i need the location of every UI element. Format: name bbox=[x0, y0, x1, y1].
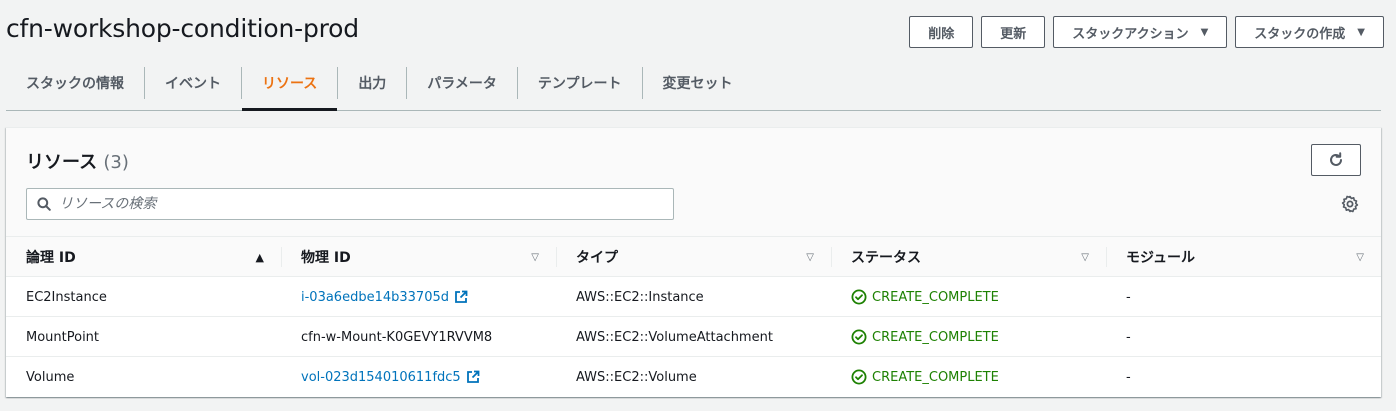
table-header: 論理 ID ▲ 物理 ID ▽ タイプ ▽ ステータス ▽ モジュール ▽ bbox=[6, 237, 1381, 277]
external-link-icon bbox=[455, 290, 468, 303]
column-header-label: タイプ bbox=[576, 250, 618, 266]
tab-parameters[interactable]: パラメータ bbox=[407, 56, 517, 110]
column-header-label: モジュール bbox=[1126, 250, 1196, 266]
tab-label: 出力 bbox=[358, 76, 387, 92]
stack-tabs: スタックの情報 イベント リソース 出力 パラメータ テンプレート 変更セット bbox=[6, 56, 1381, 111]
caret-down-icon: ▼ bbox=[1200, 26, 1209, 38]
table-row: EC2Instance i-03a6edbe14b33705d AWS::EC2… bbox=[6, 277, 1381, 317]
physical-id-text: i-03a6edbe14b33705d bbox=[301, 289, 449, 305]
column-header-physical-id[interactable]: 物理 ID ▽ bbox=[301, 237, 551, 277]
tab-label: パラメータ bbox=[427, 76, 497, 92]
delete-button[interactable]: 削除 bbox=[909, 16, 974, 48]
external-link-icon bbox=[466, 370, 480, 383]
module-cell: - bbox=[1126, 289, 1131, 305]
physical-id-link[interactable]: i-03a6edbe14b33705d bbox=[301, 290, 468, 305]
tab-template[interactable]: テンプレート bbox=[518, 56, 642, 110]
tab-label: 変更セット bbox=[662, 76, 733, 92]
sort-icon: ▽ bbox=[531, 251, 539, 263]
logical-id-cell: EC2Instance bbox=[26, 289, 107, 305]
tab-stack-info[interactable]: スタックの情報 bbox=[6, 56, 144, 110]
status-text: CREATE_COMPLETE bbox=[872, 329, 999, 345]
create-stack-dropdown[interactable]: スタックの作成 ▼ bbox=[1235, 16, 1384, 48]
status-cell: CREATE_COMPLETE bbox=[851, 317, 999, 357]
column-divider bbox=[556, 247, 557, 267]
table-row: MountPoint cfn-w-Mount-K0GEVY1RVVM8 AWS:… bbox=[6, 317, 1381, 357]
delete-button-label: 削除 bbox=[928, 26, 955, 42]
resources-panel: リソース (3) 論理 ID ▲ bbox=[6, 127, 1381, 397]
column-header-label: 物理 ID bbox=[301, 250, 351, 266]
table-row: Volume vol-023d154010611fdc5 AWS::EC2::V… bbox=[6, 357, 1381, 397]
gear-icon bbox=[1341, 195, 1359, 213]
sort-ascending-icon: ▲ bbox=[255, 250, 264, 264]
caret-down-icon: ▼ bbox=[1357, 26, 1365, 38]
column-header-logical-id[interactable]: 論理 ID ▲ bbox=[26, 237, 276, 277]
search-icon bbox=[37, 197, 51, 211]
stack-actions-label: スタックアクション bbox=[1072, 26, 1189, 42]
sort-icon: ▽ bbox=[806, 251, 814, 263]
status-cell: CREATE_COMPLETE bbox=[851, 277, 999, 317]
column-divider bbox=[831, 247, 832, 267]
check-circle-icon bbox=[851, 369, 867, 385]
column-header-type[interactable]: タイプ ▽ bbox=[576, 237, 826, 277]
physical-id-text: vol-023d154010611fdc5 bbox=[301, 369, 461, 385]
status-text: CREATE_COMPLETE bbox=[872, 289, 999, 305]
page-title: cfn-workshop-condition-prod bbox=[6, 14, 359, 43]
tab-events[interactable]: イベント bbox=[145, 56, 241, 110]
sort-icon: ▽ bbox=[1081, 251, 1089, 263]
type-cell: AWS::EC2::VolumeAttachment bbox=[576, 329, 773, 345]
physical-id-cell: cfn-w-Mount-K0GEVY1RVVM8 bbox=[301, 329, 493, 345]
module-cell: - bbox=[1126, 369, 1131, 385]
column-header-label: 論理 ID bbox=[26, 250, 76, 266]
check-circle-icon bbox=[851, 329, 867, 345]
logical-id-cell: Volume bbox=[26, 369, 75, 385]
stack-actions-dropdown[interactable]: スタックアクション ▼ bbox=[1053, 16, 1228, 48]
tab-label: スタックの情報 bbox=[26, 76, 124, 92]
tab-label: テンプレート bbox=[537, 76, 622, 92]
update-button[interactable]: 更新 bbox=[981, 16, 1046, 48]
column-header-label: ステータス bbox=[851, 250, 921, 266]
type-cell: AWS::EC2::Instance bbox=[576, 289, 704, 305]
logical-id-cell: MountPoint bbox=[26, 329, 100, 345]
tab-change-sets[interactable]: 変更セット bbox=[643, 56, 753, 110]
refresh-button[interactable] bbox=[1311, 144, 1361, 176]
column-header-status[interactable]: ステータス ▽ bbox=[851, 237, 1101, 277]
sort-icon: ▽ bbox=[1356, 251, 1364, 263]
resource-search bbox=[26, 188, 674, 220]
create-stack-label: スタックの作成 bbox=[1254, 26, 1346, 42]
search-input[interactable] bbox=[59, 196, 649, 212]
tab-label: イベント bbox=[165, 76, 221, 92]
check-circle-icon bbox=[851, 289, 867, 305]
column-divider bbox=[281, 247, 282, 267]
refresh-icon bbox=[1330, 152, 1342, 166]
status-text: CREATE_COMPLETE bbox=[872, 369, 999, 385]
table-preferences[interactable] bbox=[1341, 195, 1359, 217]
resources-count: (3) bbox=[103, 152, 129, 173]
resources-panel-header: リソース (3) bbox=[6, 128, 1381, 237]
tab-outputs[interactable]: 出力 bbox=[338, 56, 406, 110]
physical-id-link[interactable]: vol-023d154010611fdc5 bbox=[301, 370, 480, 385]
tab-label: リソース bbox=[262, 76, 318, 92]
type-cell: AWS::EC2::Volume bbox=[576, 369, 697, 385]
resources-title: リソース bbox=[26, 152, 98, 173]
module-cell: - bbox=[1126, 329, 1131, 345]
update-button-label: 更新 bbox=[1000, 26, 1027, 42]
column-divider bbox=[1106, 247, 1107, 267]
status-cell: CREATE_COMPLETE bbox=[851, 357, 999, 397]
column-header-module[interactable]: モジュール ▽ bbox=[1126, 237, 1376, 277]
tab-resources[interactable]: リソース bbox=[242, 56, 338, 111]
stack-actions-bar: 削除 更新 スタックアクション ▼ スタックの作成 ▼ bbox=[909, 16, 1384, 48]
resources-heading: リソース (3) bbox=[26, 148, 129, 174]
